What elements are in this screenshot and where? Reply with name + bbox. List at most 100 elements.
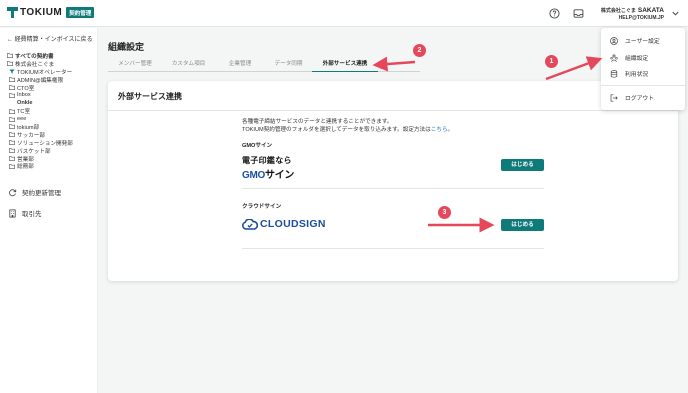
help-link[interactable]: こちら bbox=[431, 127, 448, 133]
page-title: 組織設定 bbox=[108, 42, 145, 52]
nav-label: 取引先 bbox=[22, 211, 42, 218]
user-company: 株式会社こぐま bbox=[600, 8, 636, 14]
user-email: HELP@TOKIUM.JP bbox=[618, 15, 664, 21]
tree-item-folder[interactable]: 営業部 bbox=[7, 155, 73, 163]
folder-icon bbox=[9, 93, 15, 98]
tree-item-folder[interactable]: ソリューション開発部 bbox=[7, 139, 73, 147]
cloudsign-logo-text: CLOUDSIGN bbox=[260, 218, 326, 230]
tree-item-folder[interactable]: Onkle bbox=[7, 99, 73, 107]
tree-item-label: TC室 bbox=[17, 109, 31, 116]
card-description: 各種電子締結サービスのデータと連携することができます。 TOKIUM契約管理のフ… bbox=[242, 118, 453, 134]
menu-item-label: 組織設定 bbox=[625, 56, 649, 62]
logout-icon bbox=[610, 93, 618, 102]
gmo-logo-mark: GMO bbox=[242, 170, 265, 181]
tree-item-folder[interactable]: サッカー部 bbox=[7, 131, 73, 139]
folder-icon bbox=[9, 132, 15, 138]
folder-icon bbox=[9, 148, 15, 154]
tree-item-folder[interactable]: バスケット部 bbox=[7, 147, 73, 155]
card-title: 外部サービス連携 bbox=[118, 92, 182, 101]
tab-data-sync[interactable]: データ同期 bbox=[265, 58, 312, 71]
folder-icon bbox=[9, 124, 15, 130]
tree-item-label: 営業部 bbox=[17, 156, 34, 163]
folder-icon bbox=[9, 77, 15, 83]
help-icon[interactable] bbox=[549, 8, 560, 19]
folder-icon bbox=[7, 61, 13, 67]
tab-custom-fields[interactable]: カスタム項目 bbox=[162, 58, 215, 71]
annotation-badge-1: 1 bbox=[545, 55, 558, 68]
folder-icon bbox=[9, 164, 15, 169]
folder-icon bbox=[7, 53, 13, 59]
cloudsign-section: クラウドサイン CLOUDSIGN bbox=[242, 202, 544, 230]
tree-item-label: TOKIUMオペレーター bbox=[17, 69, 73, 76]
tree-item-label: eee bbox=[17, 116, 27, 123]
annotation-badge-3: 3 bbox=[438, 206, 451, 219]
user-name: SAKATA bbox=[637, 7, 664, 14]
annotation-badge-2: 2 bbox=[413, 44, 426, 57]
tree-item-label: 総務部 bbox=[17, 164, 34, 171]
menu-item-logout[interactable]: ログアウト bbox=[610, 93, 654, 102]
divider bbox=[108, 110, 678, 111]
user-dropdown-menu: ユーザー設定 組織設定 利用状況 ログアウト bbox=[601, 28, 685, 110]
tree-item-label: 株式会社こぐま bbox=[15, 61, 55, 68]
tokium-logo[interactable]: TOKIUM 契約管理 bbox=[7, 7, 95, 18]
description-end: 。 bbox=[447, 127, 454, 133]
tree-item-folder[interactable]: eee bbox=[7, 115, 73, 123]
divider bbox=[242, 248, 544, 249]
tab-external-services[interactable]: 外部サービス連携 bbox=[312, 58, 378, 72]
tree-item-folder[interactable]: ADMIN@編集権限 bbox=[7, 76, 73, 84]
gmo-sign-logo: 電子印鑑なら GMOサイン bbox=[242, 155, 294, 181]
description-line: TOKIUM契約管理のフォルダを選択してデータを取り込みます。設定方法は bbox=[242, 127, 431, 133]
chevron-down-icon[interactable] bbox=[671, 9, 680, 18]
menu-item-label: 利用状況 bbox=[625, 72, 649, 78]
menu-item-label: ログアウト bbox=[625, 96, 654, 102]
tree-item-folder[interactable]: Inbox bbox=[7, 91, 73, 99]
tab-member-management[interactable]: メンバー管理 bbox=[108, 58, 162, 71]
nav-contract-renewal[interactable]: 契約更新管理 bbox=[8, 187, 61, 197]
filter-icon bbox=[9, 69, 15, 74]
tab-company-management[interactable]: 企業管理 bbox=[215, 58, 265, 71]
refresh-icon bbox=[9, 188, 17, 196]
cloud-icon bbox=[242, 218, 258, 230]
tree-item-label: CTO室 bbox=[17, 85, 35, 92]
settings-tabs: メンバー管理 カスタム項目 企業管理 データ同期 外部サービス連携 bbox=[108, 58, 420, 72]
folder-icon bbox=[9, 85, 15, 90]
nav-label: 契約更新管理 bbox=[22, 190, 61, 197]
back-to-expense-link[interactable]: ← 経費精算・インボイスに戻る bbox=[7, 34, 93, 43]
service-label: クラウドサイン bbox=[242, 204, 282, 210]
tree-item-label: ソリューション開発部 bbox=[17, 140, 73, 147]
divider bbox=[601, 85, 685, 86]
user-icon bbox=[610, 36, 618, 45]
tree-item-label: すべての契約書 bbox=[15, 53, 54, 60]
menu-item-usage[interactable]: 利用状況 bbox=[610, 69, 648, 78]
gmo-start-button[interactable]: はじめる bbox=[501, 159, 544, 171]
description-line: 各種電子締結サービスのデータと連携することができます。 bbox=[242, 119, 393, 125]
tree-item-label: Onkle bbox=[17, 100, 33, 107]
tree-item-all[interactable]: すべての契約書 bbox=[7, 52, 73, 60]
organization-icon bbox=[610, 54, 618, 62]
tree-item-label: Inbox bbox=[17, 92, 31, 99]
folder-icon bbox=[9, 108, 15, 114]
tree-item-label: サッカー部 bbox=[17, 132, 45, 139]
tree-item-label: ADMIN@編集権限 bbox=[17, 77, 64, 84]
tree-item-operator[interactable]: TOKIUMオペレーター bbox=[7, 68, 73, 76]
menu-item-user-settings[interactable]: ユーザー設定 bbox=[610, 36, 660, 45]
nav-clients[interactable]: 取引先 bbox=[8, 208, 42, 218]
tree-item-folder[interactable]: TC室 bbox=[7, 107, 73, 115]
top-header: TOKIUM 契約管理 株式会社こぐま SAKATA HELP@TOKIUM.JP bbox=[0, 0, 688, 27]
gmo-sign-section: GMOサイン 電子印鑑なら GMOサイン bbox=[242, 141, 544, 181]
menu-item-label: ユーザー設定 bbox=[625, 39, 660, 45]
folder-icon bbox=[9, 140, 15, 146]
tree-item-folder[interactable]: CTO室 bbox=[7, 84, 73, 92]
tree-item-folder[interactable]: 総務部 bbox=[7, 162, 73, 170]
tree-item-folder[interactable]: tokium部 bbox=[7, 123, 73, 131]
user-menu-trigger[interactable]: 株式会社こぐま SAKATA HELP@TOKIUM.JP bbox=[601, 7, 664, 21]
tree-item-label: バスケット部 bbox=[17, 148, 51, 155]
inbox-icon[interactable] bbox=[573, 8, 584, 19]
tree-item-company[interactable]: 株式会社こぐま bbox=[7, 60, 73, 68]
cloudsign-start-button[interactable]: はじめる bbox=[501, 219, 544, 231]
logo-text: TOKIUM bbox=[20, 7, 63, 18]
logo-badge: 契約管理 bbox=[66, 7, 95, 18]
gmo-logo-rest: サイン bbox=[265, 170, 295, 181]
service-label: GMOサイン bbox=[242, 143, 273, 149]
menu-item-organization-settings[interactable]: 組織設定 bbox=[610, 53, 648, 62]
